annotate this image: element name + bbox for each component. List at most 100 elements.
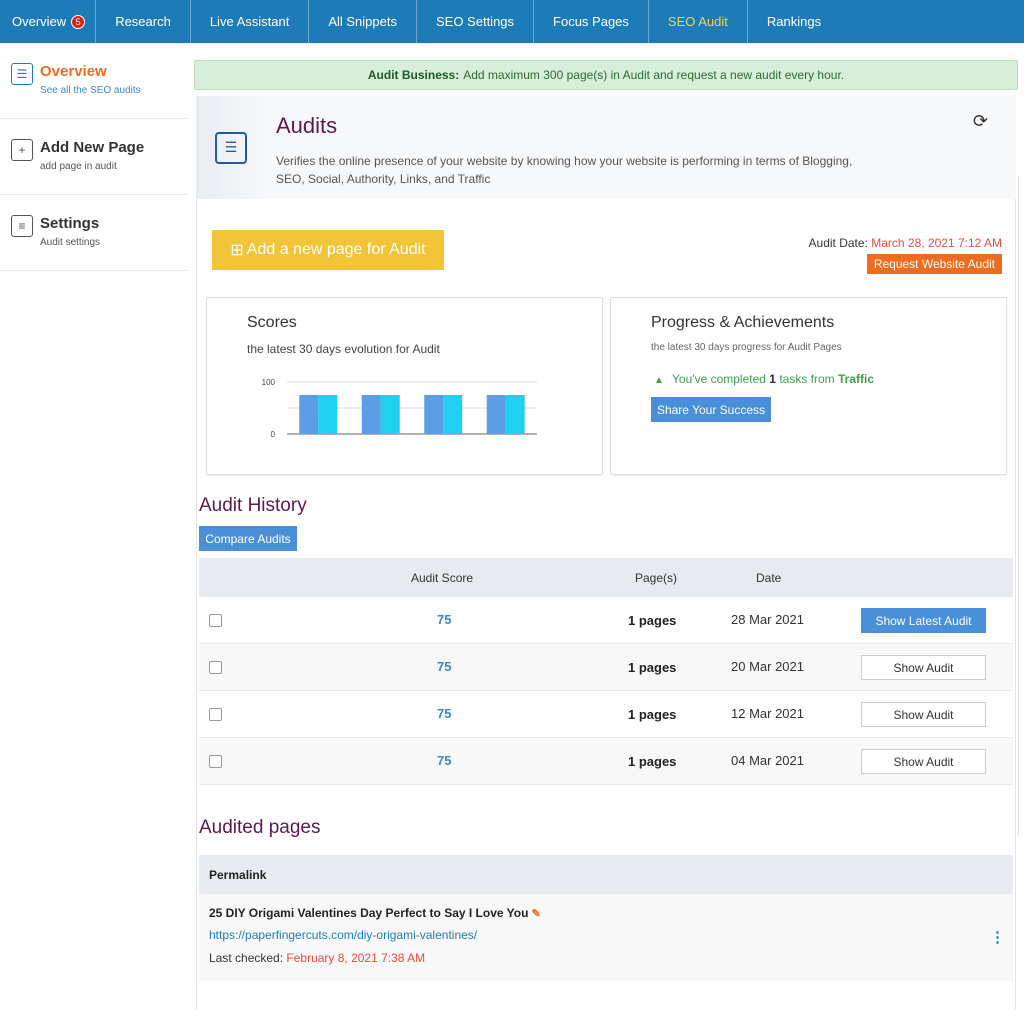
row-pages: 1 pages xyxy=(628,754,677,769)
audit-date-label: Audit Date: xyxy=(808,236,868,250)
y-tick-label: 100 xyxy=(262,378,276,387)
y-tick-label: 0 xyxy=(271,430,276,439)
table-row: 75 1 pages 12 Mar 2021 Show Audit xyxy=(199,691,1013,738)
page-description: Verifies the online presence of your web… xyxy=(276,154,853,186)
page-title-cell: 25 DIY Origami Valentines Day Perfect to… xyxy=(209,906,541,920)
table-header: Audit Score Page(s) Date xyxy=(199,558,1013,597)
progress-card: Progress & Achievements the latest 30 da… xyxy=(610,297,1007,475)
audit-date: Audit Date: March 28, 2021 7:12 AM xyxy=(809,236,1002,250)
table-row: 75 1 pages 04 Mar 2021 Show Audit xyxy=(199,738,1013,785)
audited-page-title[interactable]: 25 DIY Origami Valentines Day Perfect to… xyxy=(209,906,528,920)
show-audit-button[interactable]: Show Audit xyxy=(861,655,986,680)
row-score[interactable]: 75 xyxy=(437,659,451,674)
list-item: 25 DIY Origami Valentines Day Perfect to… xyxy=(199,894,1013,982)
achievement-pre: You've completed xyxy=(672,372,766,386)
notification-badge: 5 xyxy=(71,14,86,29)
chart-bar xyxy=(443,395,463,434)
row-pages: 1 pages xyxy=(628,660,677,675)
audited-page-url[interactable]: https://paperfingercuts.com/diy-origami-… xyxy=(209,928,477,942)
row-pages: 1 pages xyxy=(628,707,677,722)
col-pages: Page(s) xyxy=(635,571,678,585)
row-score[interactable]: 75 xyxy=(437,753,451,768)
share-success-button[interactable]: Share Your Success xyxy=(651,397,771,422)
row-checkbox[interactable] xyxy=(209,661,222,674)
sidebar-item-sub: Audit settings xyxy=(40,237,101,248)
table-row: 75 1 pages 28 Mar 2021 Show Latest Audit xyxy=(199,597,1013,644)
chart-bar xyxy=(361,395,381,434)
plus-square-icon: ⊞ xyxy=(230,242,244,259)
scores-card: Scores the latest 30 days evolution for … xyxy=(206,297,603,475)
top-nav: Overview 5 Research Live Assistant All Sn… xyxy=(0,0,1024,43)
last-checked-value: February 8, 2021 7:38 AM xyxy=(286,951,426,965)
external-edit-icon[interactable]: ✎ xyxy=(531,908,540,920)
nav-label: Overview xyxy=(12,14,67,29)
chart-bar xyxy=(299,395,319,434)
sidebar-item-title: Add New Page xyxy=(40,139,145,156)
add-page-button[interactable]: ⊞ Add a new page for Audit xyxy=(212,230,444,270)
nav-research[interactable]: Research xyxy=(96,0,191,43)
sidebar-item-overview[interactable]: ☰ Overview See all the SEO audits xyxy=(0,43,188,119)
sidebar-item-add-new-page[interactable]: + Add New Page add page in audit xyxy=(0,119,188,195)
page-header: ☰ Audits Verifies the online presence of… xyxy=(196,96,1016,199)
checklist-icon: ☰ xyxy=(11,63,33,85)
show-audit-button[interactable]: Show Audit xyxy=(861,749,986,774)
audit-date-value: March 28, 2021 7:12 AM xyxy=(871,236,1002,250)
show-latest-audit-button[interactable]: Show Latest Audit xyxy=(861,608,986,633)
notice-plan: Audit Business: xyxy=(367,68,460,82)
progress-title: Progress & Achievements xyxy=(651,314,835,331)
scores-chart: 0 100 xyxy=(262,378,537,439)
nav-focus-pages[interactable]: Focus Pages xyxy=(534,0,649,43)
col-date: Date xyxy=(756,571,782,585)
audited-pages-title: Audited pages xyxy=(199,817,321,838)
nav-seo-settings[interactable]: SEO Settings xyxy=(417,0,535,43)
nav-seo-audit[interactable]: SEO Audit xyxy=(649,0,748,43)
achievement-source: Traffic xyxy=(838,372,875,386)
last-checked-label: Last checked: xyxy=(209,951,284,965)
row-score[interactable]: 75 xyxy=(437,612,451,627)
audit-history-title: Audit History xyxy=(199,495,307,516)
scores-title: Scores xyxy=(247,314,297,331)
arrow-up-icon: ▲ xyxy=(654,375,664,386)
sliders-icon: ≡ xyxy=(11,215,33,237)
request-audit-button[interactable]: Request Website Audit xyxy=(866,254,1002,274)
row-date: 20 Mar 2021 xyxy=(731,659,804,674)
page-title: Audits xyxy=(276,113,338,138)
col-permalink: Permalink xyxy=(199,855,1013,894)
chart-bar xyxy=(486,395,506,434)
last-checked: Last checked: February 8, 2021 7:38 AM xyxy=(209,951,425,965)
nav-overview[interactable]: Overview 5 xyxy=(0,0,97,43)
row-checkbox[interactable] xyxy=(209,755,222,768)
sidebar: ☰ Overview See all the SEO audits + Add … xyxy=(0,43,188,271)
row-date: 12 Mar 2021 xyxy=(731,706,804,721)
sidebar-item-settings[interactable]: ≡ Settings Audit settings xyxy=(0,195,188,271)
sidebar-item-title: Settings xyxy=(40,215,100,232)
compare-audits-button[interactable]: Compare Audits xyxy=(199,526,297,551)
sidebar-item-title: Overview xyxy=(40,63,107,80)
chart-bar xyxy=(505,395,525,434)
chart-bar xyxy=(380,395,400,434)
audited-pages-table: Permalink 25 DIY Origami Valentines Day … xyxy=(199,855,1013,982)
row-checkbox[interactable] xyxy=(209,614,222,627)
nav-live-assistant[interactable]: Live Assistant xyxy=(191,0,310,43)
progress-subtitle: the latest 30 days progress for Audit Pa… xyxy=(651,342,842,353)
kebab-menu-icon[interactable]: ⋮ xyxy=(990,928,1005,946)
right-divider xyxy=(1018,175,1019,835)
row-pages: 1 pages xyxy=(628,613,677,628)
row-score[interactable]: 75 xyxy=(437,706,451,721)
achievement-mid: tasks from xyxy=(779,372,835,386)
plus-icon: + xyxy=(11,139,33,161)
row-date: 28 Mar 2021 xyxy=(731,612,804,627)
show-audit-button[interactable]: Show Audit xyxy=(861,702,986,727)
row-checkbox[interactable] xyxy=(209,708,222,721)
table-row: 75 1 pages 20 Mar 2021 Show Audit xyxy=(199,644,1013,691)
nav-rankings[interactable]: Rankings xyxy=(748,0,840,43)
nav-all-snippets[interactable]: All Snippets xyxy=(309,0,417,43)
col-audit-score: Audit Score xyxy=(411,571,474,585)
achievement-line: ▲ You've completed 1 tasks from Traffic xyxy=(654,372,874,386)
audit-history-table: Audit Score Page(s) Date 75 1 pages 28 M… xyxy=(199,558,1013,785)
scores-subtitle: the latest 30 days evolution for Audit xyxy=(247,342,440,356)
refresh-icon[interactable]: ⟳ xyxy=(973,111,988,132)
notice-text: Add maximum 300 page(s) in Audit and req… xyxy=(463,68,845,82)
add-page-label: Add a new page for Audit xyxy=(246,241,426,258)
chart-bar xyxy=(318,395,338,434)
